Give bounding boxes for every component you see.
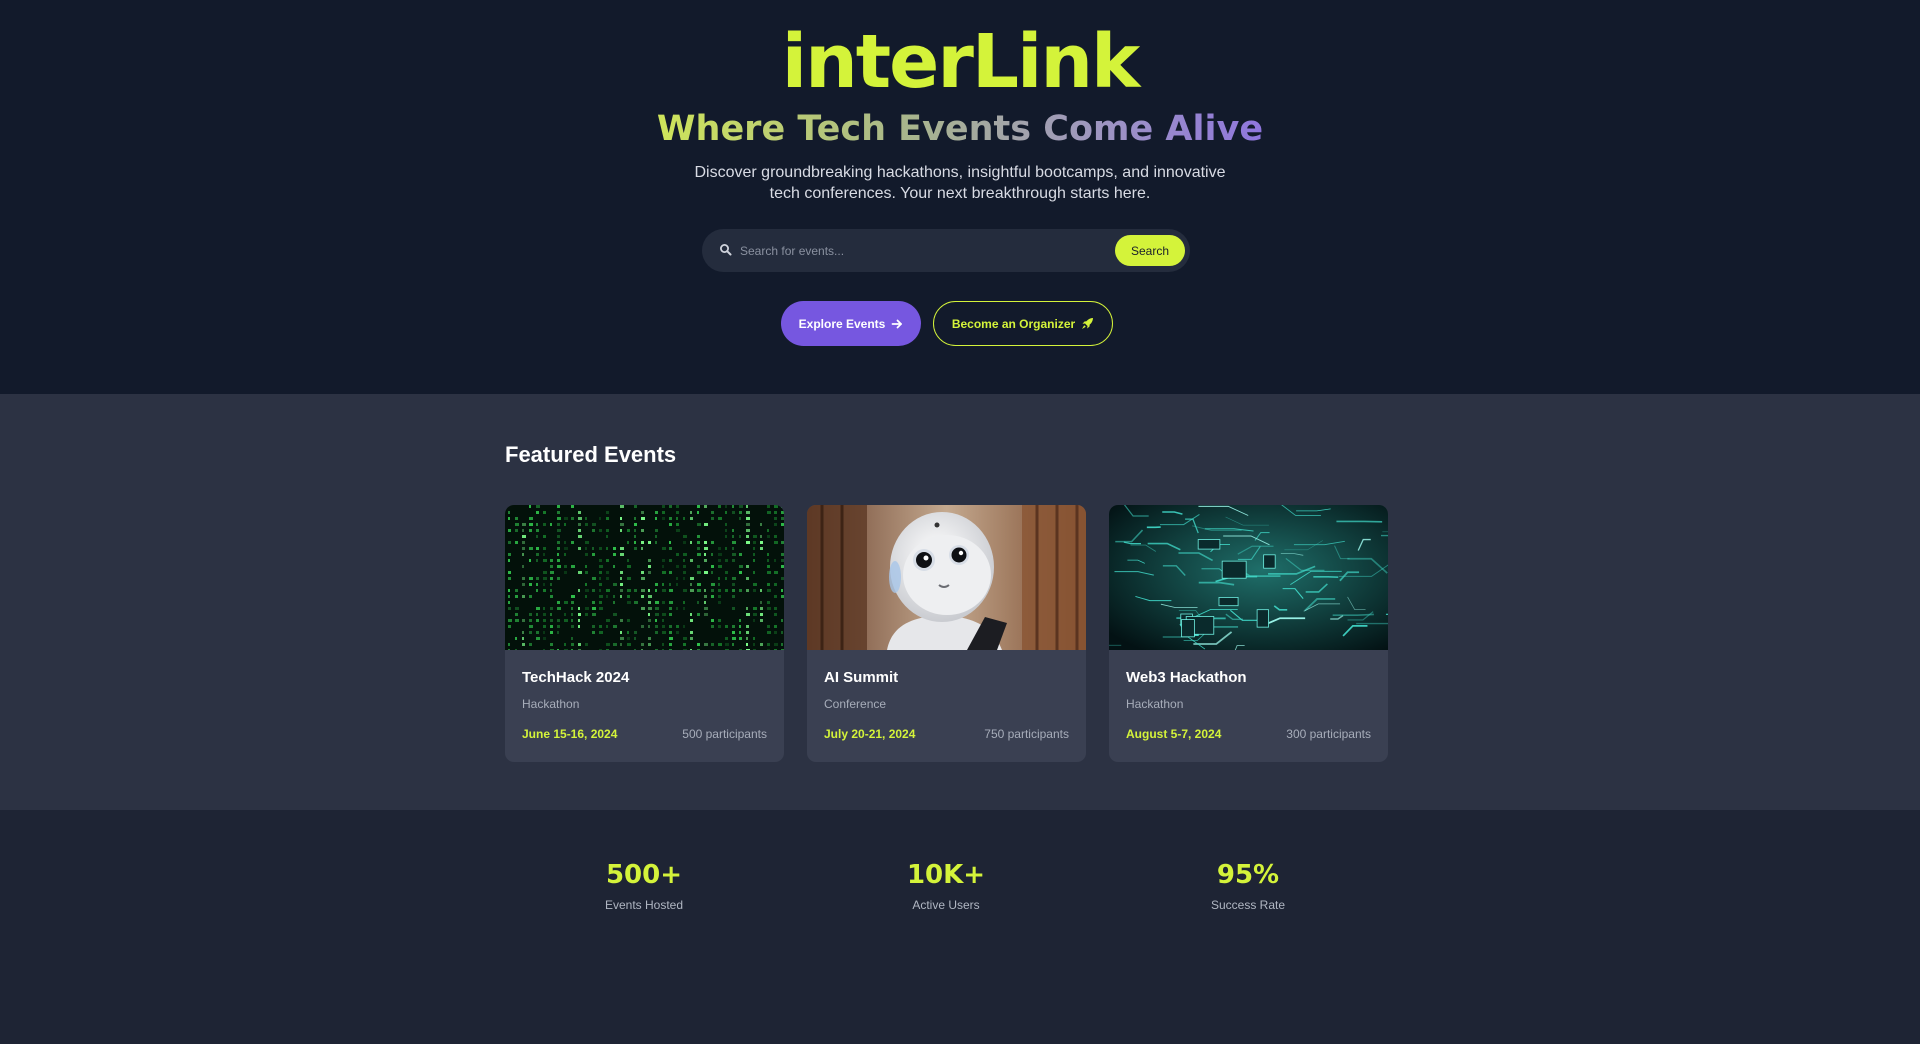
- stat-value: 10K+: [906, 860, 986, 890]
- event-card-ai-summit[interactable]: AI Summit Conference July 20-21, 2024 75…: [807, 505, 1086, 762]
- rocket-icon: [1081, 317, 1094, 330]
- featured-events-title: Featured Events: [505, 442, 677, 467]
- explore-events-button[interactable]: Explore Events: [781, 301, 921, 346]
- arrow-right-icon: [891, 318, 903, 330]
- event-image-circuit-board: [1109, 505, 1388, 650]
- event-type: Conference: [824, 697, 887, 711]
- event-image-matrix-code: [505, 505, 784, 650]
- search-button[interactable]: Search: [1115, 235, 1185, 266]
- featured-events-section: Featured Events TechHack 2024 Hackathon …: [0, 394, 1920, 810]
- stat-label: Success Rate: [1210, 898, 1286, 912]
- stat-events-hosted: 500+ Events Hosted: [544, 858, 744, 912]
- event-type: Hackathon: [522, 697, 580, 711]
- event-date: June 15-16, 2024: [522, 727, 618, 741]
- event-type: Hackathon: [1126, 697, 1184, 711]
- explore-events-label: Explore Events: [798, 316, 886, 331]
- event-name: AI Summit: [824, 669, 899, 686]
- search-bar: Search: [702, 229, 1190, 272]
- stat-success-rate: 95% Success Rate: [1148, 858, 1348, 912]
- stat-value: 95%: [1216, 860, 1280, 890]
- event-date: August 5-7, 2024: [1126, 727, 1222, 741]
- hero-tagline: Where Tech Events Come Alive: [656, 109, 1264, 149]
- stats-section: 500+ Events Hosted 10K+ Active Users 95%…: [0, 810, 1920, 1044]
- stat-active-users: 10K+ Active Users: [846, 858, 1046, 912]
- event-date: July 20-21, 2024: [824, 727, 916, 741]
- hero-section: interLink Where Tech Events Come Alive D…: [0, 0, 1920, 394]
- event-card-web3-hackathon[interactable]: Web3 Hackathon Hackathon August 5-7, 202…: [1109, 505, 1388, 762]
- become-organizer-button[interactable]: Become an Organizer: [933, 301, 1113, 346]
- event-participants: 300 participants: [1286, 727, 1371, 741]
- event-name: TechHack 2024: [522, 669, 630, 686]
- brand-logo[interactable]: interLink: [0, 18, 1920, 106]
- stat-value: 500+: [605, 860, 683, 890]
- event-name: Web3 Hackathon: [1126, 669, 1247, 686]
- become-organizer-label: Become an Organizer: [951, 316, 1076, 331]
- search-input[interactable]: [740, 235, 1100, 266]
- hero-subtitle: Discover groundbreaking hackathons, insi…: [694, 164, 1226, 202]
- stat-label: Events Hosted: [604, 898, 684, 912]
- search-icon: [719, 243, 733, 257]
- event-image-robot: [807, 505, 1086, 650]
- event-card-techhack[interactable]: TechHack 2024 Hackathon June 15-16, 2024…: [505, 505, 784, 762]
- event-participants: 500 participants: [682, 727, 767, 741]
- stat-label: Active Users: [912, 898, 980, 912]
- event-participants: 750 participants: [984, 727, 1069, 741]
